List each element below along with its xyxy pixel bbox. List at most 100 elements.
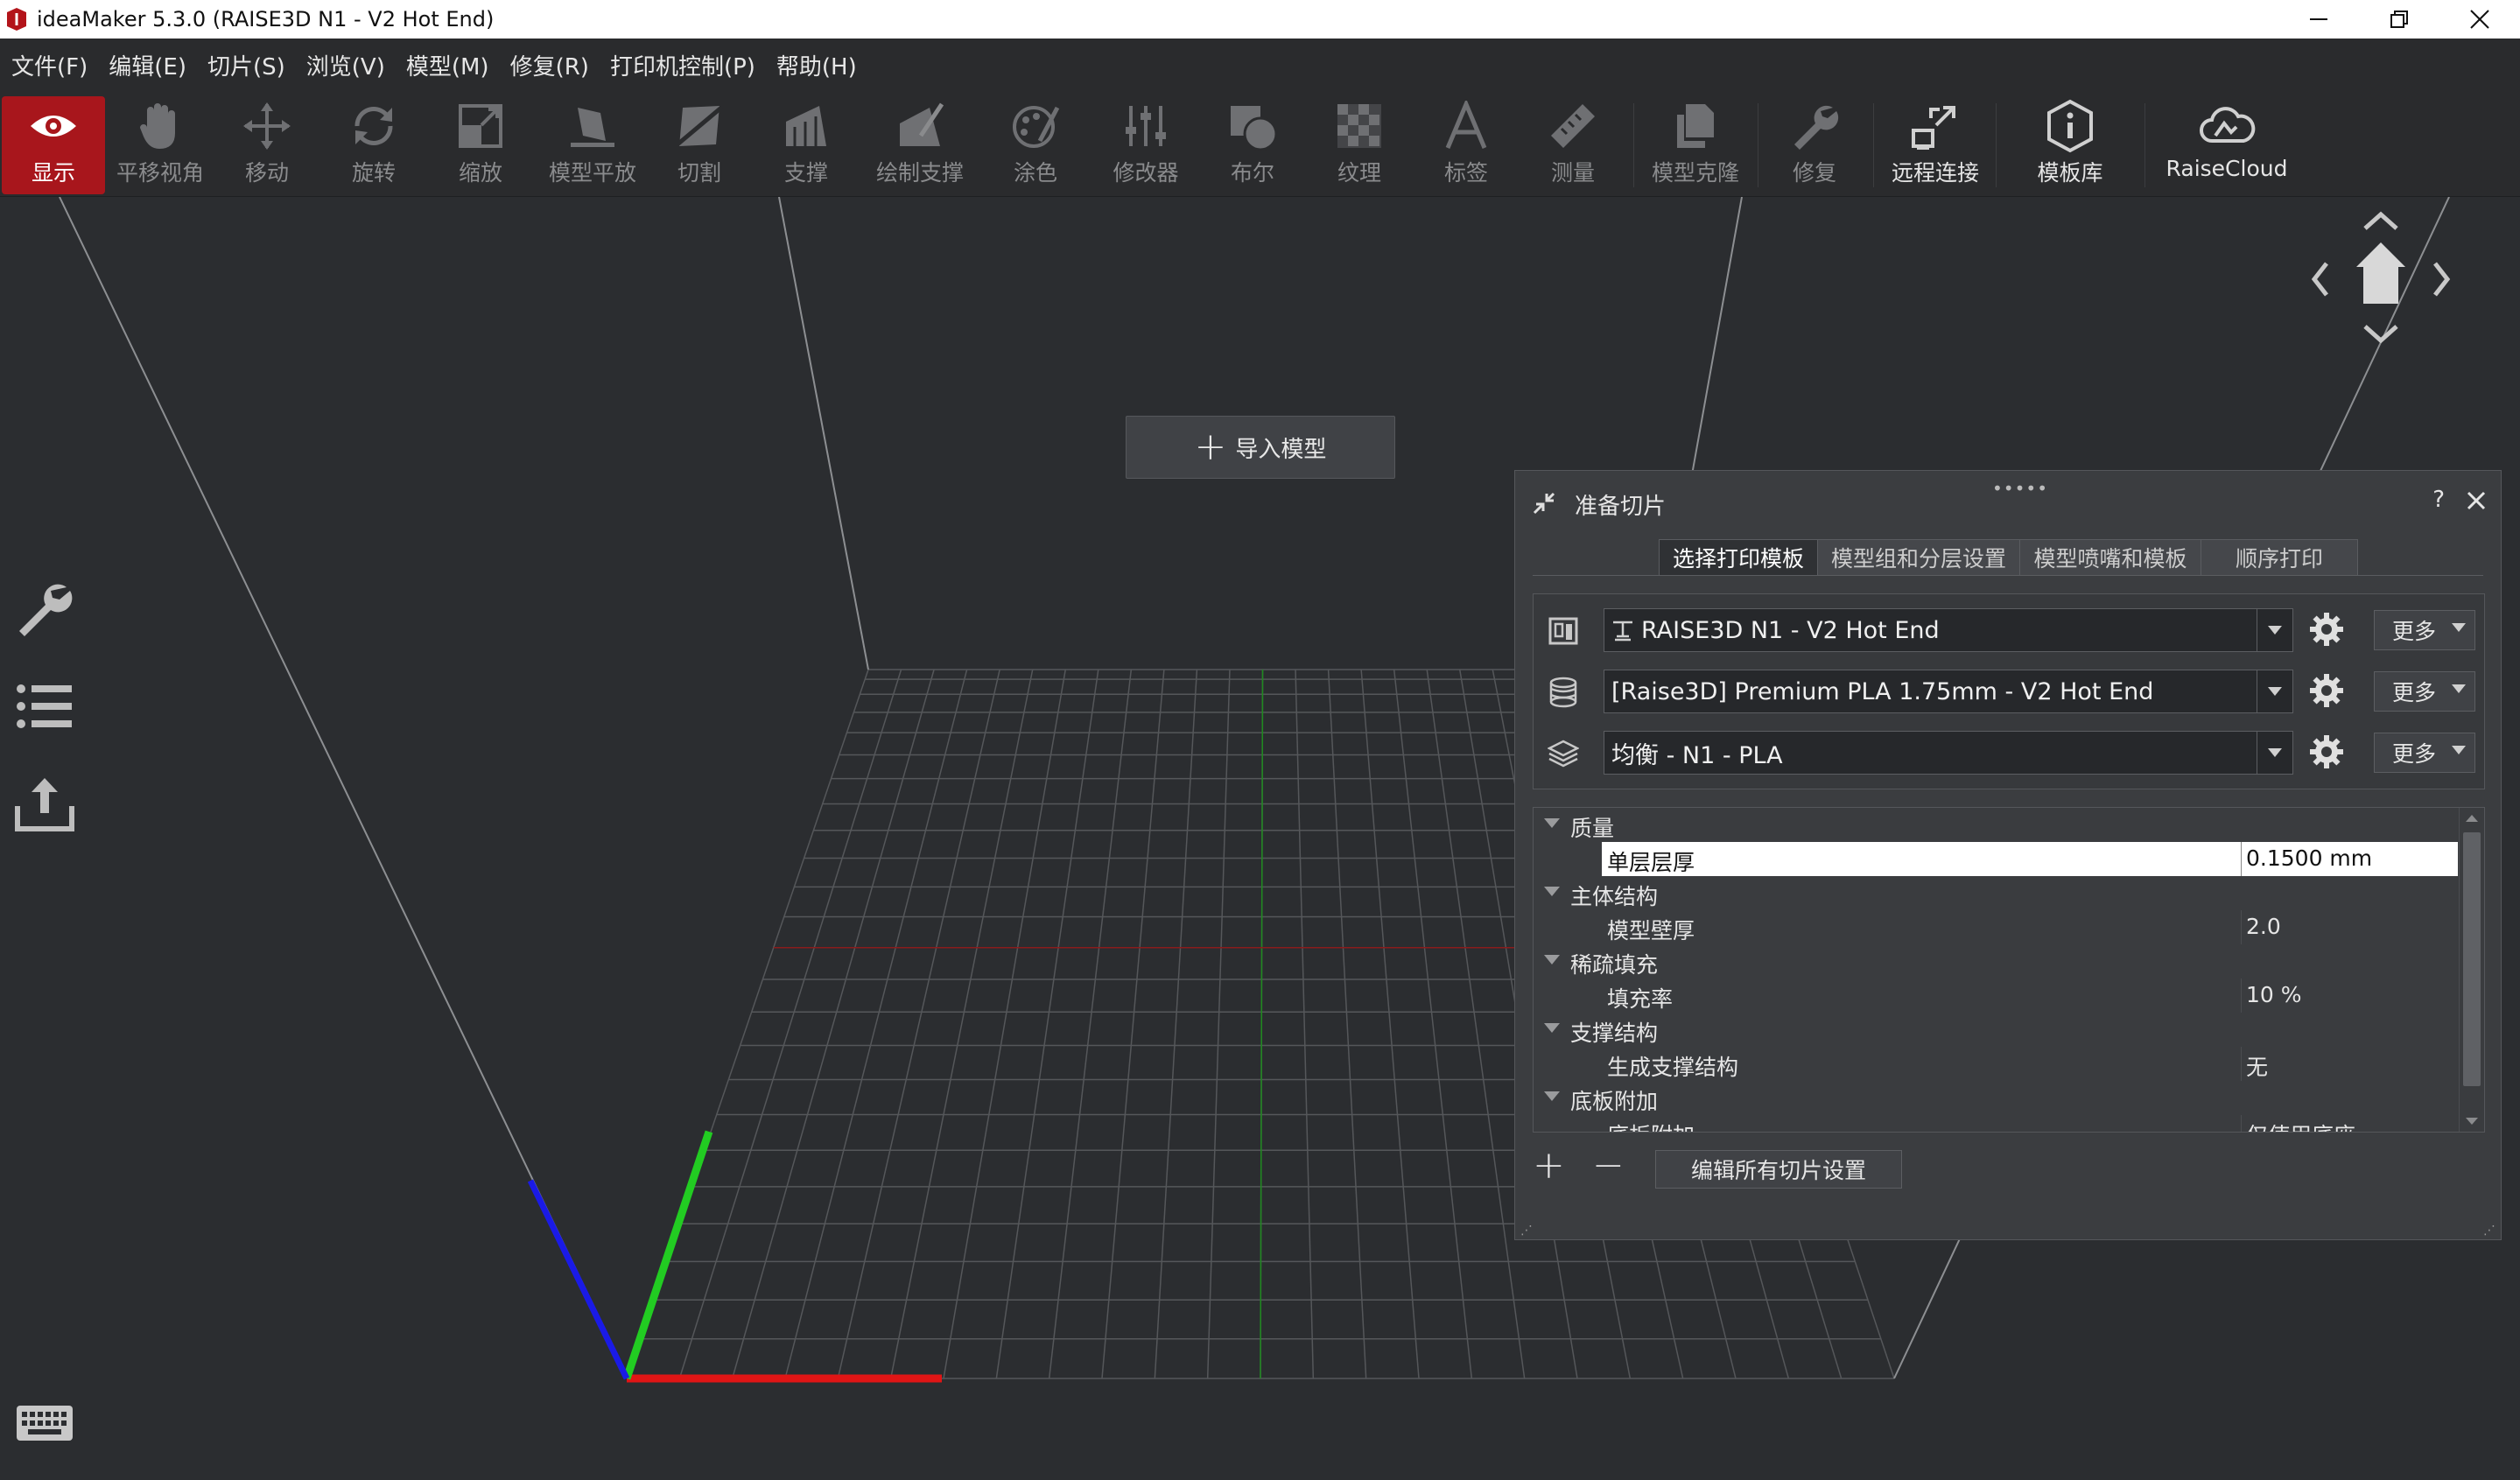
tree-category-plate-adhesion[interactable]: 底板附加 [1534, 1081, 2458, 1115]
close-icon [2470, 10, 2489, 29]
profile-combo[interactable]: 均衡 - N1 - PLA [1604, 731, 2293, 775]
tool-clone[interactable]: 模型克隆 [1640, 96, 1751, 194]
more-button[interactable]: 更多 [2374, 610, 2475, 650]
scroll-thumb[interactable] [2463, 832, 2481, 1086]
tool-pan[interactable]: 平移视角 [109, 96, 212, 194]
tool-display[interactable]: 显示 [2, 96, 105, 194]
tool-raisecloud[interactable]: RaiseCloud [2157, 96, 2297, 194]
remove-setting-button[interactable]: − [1592, 1143, 1625, 1189]
menu-help[interactable]: 帮助(H) [765, 49, 867, 81]
tree-row-layer-height[interactable]: 单层层厚 0.1500 mm [1534, 842, 2458, 876]
resize-grip-icon[interactable]: ⋰ [1520, 1224, 1533, 1238]
tool-boolean[interactable]: 布尔 [1201, 96, 1304, 194]
menu-printer-control[interactable]: 打印机控制(P) [599, 49, 765, 81]
tool-rotate[interactable]: 旋转 [322, 96, 425, 194]
view-up-icon[interactable] [2363, 211, 2398, 230]
remote-connect-icon [1912, 106, 1955, 150]
import-model-button[interactable]: + 导入模型 [1126, 416, 1395, 479]
minimize-button[interactable] [2278, 0, 2359, 39]
filament-combo[interactable]: [Raise3D] Premium PLA 1.75mm - V2 Hot En… [1604, 670, 2293, 713]
tool-template-library[interactable]: 模板库 [2004, 96, 2136, 194]
view-left-icon[interactable] [2311, 262, 2328, 297]
setting-value[interactable]: 无 [2246, 1050, 2268, 1082]
setting-value[interactable]: 仅使用底座 [2246, 1119, 2355, 1132]
tool-scale[interactable]: 缩放 [429, 96, 532, 194]
gear-icon[interactable] [2307, 671, 2346, 710]
tree-category-infill[interactable]: 稀疏填充 [1534, 944, 2458, 978]
tool-texture[interactable]: 纹理 [1308, 96, 1411, 194]
help-button[interactable]: ? [2432, 487, 2445, 513]
keyboard-icon[interactable] [16, 1405, 74, 1441]
view-down-icon[interactable] [2363, 325, 2398, 344]
panel-drag-handle[interactable]: ••••• [1992, 478, 2048, 499]
chevron-down-icon [2452, 746, 2466, 754]
expand-triangle-icon[interactable] [1544, 955, 1560, 964]
tool-support[interactable]: 支撑 [755, 96, 858, 194]
expand-triangle-icon[interactable] [1544, 1091, 1560, 1101]
gear-icon[interactable] [2307, 733, 2346, 771]
wrench-icon[interactable] [14, 579, 75, 640]
dropdown-arrow-icon[interactable] [2257, 670, 2292, 712]
expand-triangle-icon[interactable] [1544, 818, 1560, 828]
tab-model-nozzle-template[interactable]: 模型喷嘴和模板 [2019, 539, 2201, 576]
edit-all-slice-settings-button[interactable]: 编辑所有切片设置 [1655, 1150, 1902, 1189]
more-button[interactable]: 更多 [2374, 671, 2475, 712]
setting-value[interactable]: 2.0 [2246, 914, 2281, 939]
tab-model-group-layers[interactable]: 模型组和分层设置 [1817, 539, 2019, 576]
scroll-down-icon[interactable] [2466, 1118, 2478, 1125]
tool-modifier[interactable]: 修改器 [1094, 96, 1197, 194]
menu-file[interactable]: 文件(F) [0, 49, 97, 81]
tool-cut[interactable]: 切割 [653, 96, 746, 194]
menu-model[interactable]: 模型(M) [395, 49, 499, 81]
grid-line [1393, 669, 1473, 1379]
collapse-icon[interactable] [1531, 490, 1557, 516]
setting-value[interactable]: 0.1500 mm [2246, 845, 2372, 871]
tool-repair[interactable]: 修复 [1763, 96, 1866, 194]
tree-row-wall-thickness[interactable]: 模型壁厚 2.0 [1534, 910, 2458, 944]
gear-icon[interactable] [2307, 610, 2346, 649]
tool-measure[interactable]: 测量 [1521, 96, 1625, 194]
tab-sequential-print[interactable]: 顺序打印 [2201, 539, 2358, 576]
tool-paint-support[interactable]: 绘制支撑 [867, 96, 973, 194]
tool-remote-connect[interactable]: 远程连接 [1880, 96, 1990, 194]
dropdown-arrow-icon[interactable] [2257, 609, 2292, 651]
menu-edit[interactable]: 编辑(E) [97, 49, 196, 81]
expand-triangle-icon[interactable] [1544, 887, 1560, 896]
toolbar-separator [2144, 103, 2145, 187]
setting-value[interactable]: 10 % [2246, 982, 2302, 1007]
panel-close-button[interactable] [2466, 481, 2487, 519]
menu-slice[interactable]: 切片(S) [196, 49, 295, 81]
resize-grip-icon[interactable]: ⋰ [2483, 1224, 2495, 1238]
list-icon[interactable] [14, 680, 75, 733]
home-view-icon[interactable] [2356, 242, 2405, 304]
scroll-up-icon[interactable] [2466, 815, 2478, 822]
build-volume-edge [778, 197, 869, 670]
close-window-button[interactable] [2439, 0, 2520, 39]
restore-button[interactable] [2359, 0, 2439, 39]
more-button[interactable]: 更多 [2374, 733, 2475, 773]
dropdown-arrow-icon[interactable] [2257, 732, 2292, 774]
template-library-icon [2047, 99, 2093, 153]
tool-lay-flat[interactable]: 模型平放 [536, 96, 649, 194]
tool-move[interactable]: 移动 [215, 96, 319, 194]
lay-flat-icon [571, 108, 614, 147]
add-setting-button[interactable]: + [1533, 1143, 1565, 1189]
menu-repair[interactable]: 修复(R) [499, 49, 599, 81]
tree-category-main-structure[interactable]: 主体结构 [1534, 876, 2458, 910]
expand-triangle-icon[interactable] [1544, 1023, 1560, 1033]
tree-scrollbar[interactable] [2459, 808, 2484, 1132]
upload-icon[interactable] [14, 775, 75, 832]
view-right-icon[interactable] [2433, 262, 2451, 297]
tree-row-plate-adhesion[interactable]: 底板附加 仅使用底座 [1534, 1115, 2458, 1132]
tool-label: 平移视角 [116, 160, 204, 186]
tool-label-text[interactable]: 标签 [1414, 96, 1518, 194]
tab-select-print-template[interactable]: 选择打印模板 [1659, 539, 1817, 576]
tool-paint[interactable]: 涂色 [982, 96, 1089, 194]
menu-view[interactable]: 浏览(V) [295, 49, 395, 81]
tree-category-quality[interactable]: 质量 [1534, 808, 2458, 842]
tree-category-support[interactable]: 支撑结构 [1534, 1013, 2458, 1047]
panel-tabs: 选择打印模板 模型组和分层设置 模型喷嘴和模板 顺序打印 [1659, 539, 2358, 576]
printer-combo[interactable]: RAISE3D N1 - V2 Hot End [1604, 608, 2293, 652]
tree-row-generate-support[interactable]: 生成支撑结构 无 [1534, 1047, 2458, 1081]
tree-row-infill-rate[interactable]: 填充率 10 % [1534, 978, 2458, 1013]
